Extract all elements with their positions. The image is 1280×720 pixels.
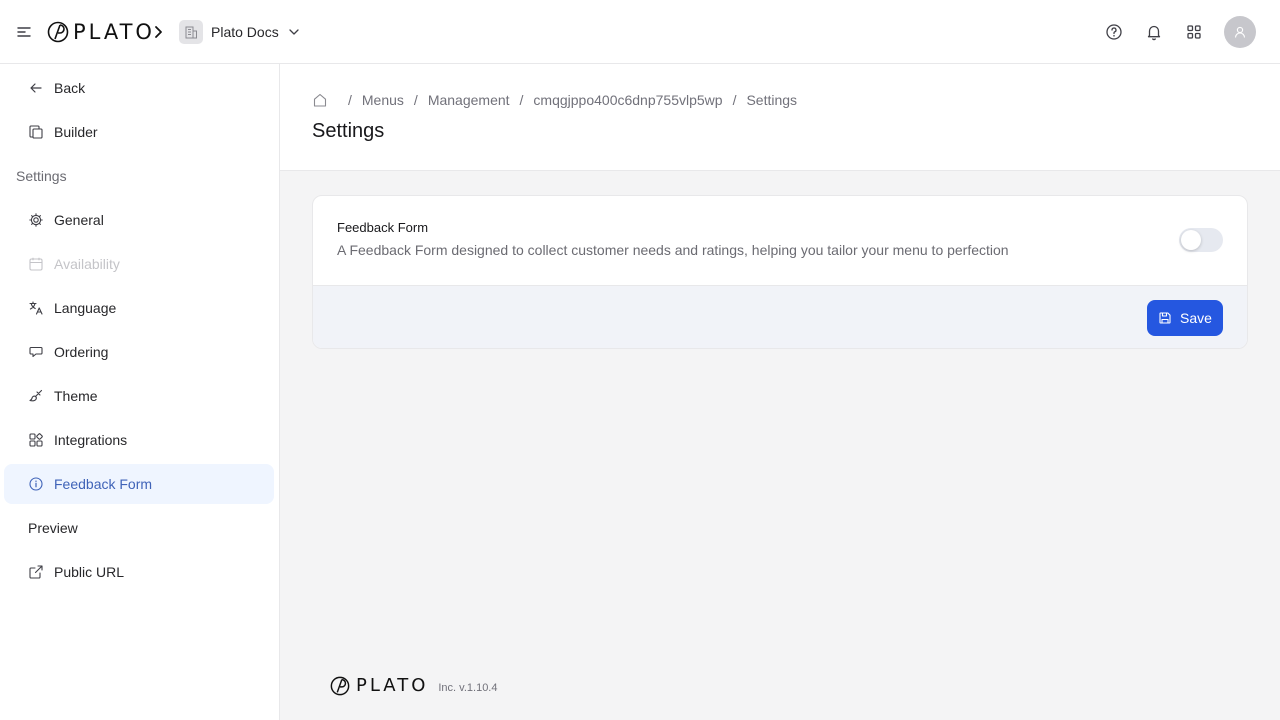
- sidebar-item-label: Public URL: [54, 564, 125, 580]
- card-title: Feedback Form: [337, 220, 429, 235]
- sidebar-item-label: Integrations: [54, 432, 128, 448]
- version-text: Inc. v.1.10.4: [438, 681, 498, 694]
- save-label: Save: [1180, 310, 1212, 326]
- sidebar-item-ordering[interactable]: Ordering: [4, 332, 274, 372]
- breadcrumb-separator: /: [732, 92, 737, 108]
- page-header: / Menus / Management / cmqgjppo400c6dnp7…: [280, 64, 1280, 171]
- building-icon: [179, 20, 203, 44]
- sidebar-item-language[interactable]: Language: [4, 288, 274, 328]
- save-button[interactable]: Save: [1147, 300, 1223, 336]
- feedback-form-card: Feedback Form A Feedback Form designed t…: [312, 195, 1248, 349]
- footer-brand: PLATO Inc. v.1.10.4: [330, 676, 497, 696]
- save-icon: [1159, 312, 1171, 324]
- breadcrumb-separator: /: [519, 92, 524, 108]
- card-footer: Save: [313, 285, 1247, 348]
- settings-section-heading: Settings: [16, 168, 67, 184]
- menu-toggle-icon[interactable]: [15, 23, 33, 41]
- page-title: Settings: [312, 120, 385, 142]
- sidebar-item-general[interactable]: General: [4, 200, 274, 240]
- plato-logo-mark-icon: [47, 21, 69, 43]
- card-description: A Feedback Form designed to collect cust…: [337, 242, 1009, 258]
- sidebar-item-preview[interactable]: Preview: [4, 508, 274, 548]
- breadcrumb-menus[interactable]: Menus: [362, 92, 404, 108]
- topbar-actions: [1104, 16, 1256, 48]
- sidebar-item-feedback-form[interactable]: Feedback Form: [4, 464, 274, 504]
- breadcrumb-menu-id[interactable]: cmqgjppo400c6dnp755vlp5wp: [533, 92, 722, 108]
- card-body: Feedback Form A Feedback Form designed t…: [313, 196, 1247, 285]
- sidebar-item-label: Language: [54, 300, 117, 316]
- sidebar: Back Builder Settings General Availabili…: [0, 64, 280, 720]
- back-link[interactable]: Back: [4, 68, 274, 108]
- sidebar-item-label: General: [54, 212, 104, 228]
- breadcrumb-current: Settings: [746, 92, 798, 108]
- sidebar-item-integrations[interactable]: Integrations: [4, 420, 274, 460]
- gear-icon: [28, 212, 44, 228]
- chat-icon: [28, 344, 44, 360]
- sidebar-item-label: Theme: [54, 388, 98, 404]
- help-icon[interactable]: [1104, 22, 1124, 42]
- home-icon[interactable]: [312, 92, 328, 108]
- builder-icon: [28, 124, 44, 140]
- workspace-name: Plato Docs: [211, 24, 279, 40]
- user-icon: [1234, 26, 1246, 38]
- sidebar-item-label: Feedback Form: [54, 476, 153, 492]
- sidebar-item-public-url[interactable]: Public URL: [4, 552, 274, 592]
- apps-grid-icon[interactable]: [1184, 22, 1204, 42]
- sidebar-item-builder[interactable]: Builder: [4, 112, 274, 152]
- breadcrumb-separator: /: [413, 92, 418, 108]
- logo-wordmark: PLATO: [73, 20, 155, 44]
- breadcrumb-management[interactable]: Management: [428, 92, 510, 108]
- sidebar-item-label: Ordering: [54, 344, 109, 360]
- chevron-right-icon: [151, 24, 165, 40]
- info-icon: [28, 476, 44, 492]
- plato-logo[interactable]: PLATO: [47, 20, 155, 44]
- translate-icon: [28, 300, 44, 316]
- integrations-icon: [28, 432, 44, 448]
- feedback-form-toggle[interactable]: [1179, 228, 1223, 252]
- plato-logo-mark-icon: [330, 676, 350, 696]
- avatar[interactable]: [1224, 16, 1256, 48]
- top-bar: PLATO Plato Docs: [0, 0, 1280, 64]
- breadcrumb: / Menus / Management / cmqgjppo400c6dnp7…: [312, 91, 797, 109]
- brush-icon: [28, 388, 44, 404]
- toggle-knob: [1181, 230, 1201, 250]
- breadcrumb-separator: /: [348, 92, 352, 108]
- sidebar-item-theme[interactable]: Theme: [4, 376, 274, 416]
- sidebar-item-label: Builder: [54, 124, 98, 140]
- arrow-left-icon: [28, 80, 44, 96]
- sidebar-item-availability: Availability: [4, 244, 274, 284]
- bell-icon[interactable]: [1144, 22, 1164, 42]
- back-label: Back: [54, 80, 86, 96]
- workspace-switcher[interactable]: Plato Docs: [179, 20, 301, 44]
- chevron-down-icon: [289, 29, 299, 35]
- external-link-icon: [28, 564, 44, 580]
- calendar-icon: [28, 256, 44, 272]
- sidebar-item-label: Availability: [54, 256, 120, 272]
- footer-wordmark: PLATO: [356, 675, 429, 696]
